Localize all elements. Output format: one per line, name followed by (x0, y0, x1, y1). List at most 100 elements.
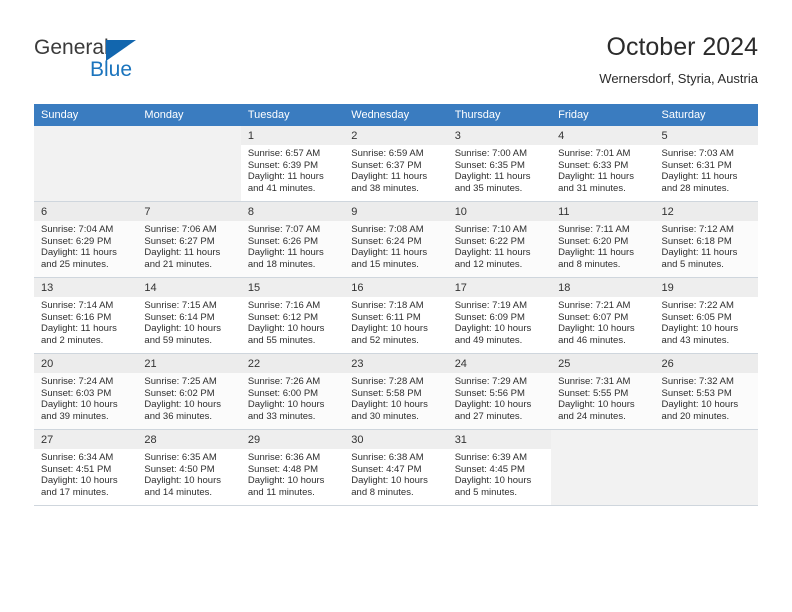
daylight-text-line1: Daylight: 11 hours (558, 247, 634, 259)
calendar-day-cell[interactable]: 16 Sunrise: 7:18 AM Sunset: 6:11 PM Dayligh… (344, 277, 448, 354)
calendar-day-cell[interactable]: 8 Sunrise: 7:07 AM Sunset: 6:26 PM Daylight… (240, 201, 345, 278)
calendar-day-cell[interactable]: 18 Sunrise: 7:21 AM Sunset: 6:07 PM Dayligh… (551, 277, 655, 354)
day-sun-info: Sunrise: 7:25 AM Sunset: 6:02 PM Daylight:… (137, 373, 240, 422)
calendar-day-cell[interactable]: 19 Sunrise: 7:22 AM Sunset: 6:05 PM Dayligh… (654, 277, 758, 354)
day-sun-info: Sunrise: 7:29 AM Sunset: 5:56 PM Daylight:… (448, 373, 551, 422)
daylight-text-line1: Daylight: 10 hours (661, 323, 739, 335)
daylight-text-line2: and 43 minutes. (661, 334, 730, 346)
day-number: 1 (240, 126, 345, 145)
sunset-text: Sunset: 6:16 PM (41, 311, 112, 323)
general-blue-logo[interactable]: General Blue (34, 36, 214, 88)
weekday-header-monday: Monday (137, 104, 241, 126)
day-sun-info: Sunrise: 6:35 AM Sunset: 4:50 PM Daylight:… (137, 449, 240, 498)
sunset-text: Sunset: 6:26 PM (247, 235, 319, 247)
day-sun-info: Sunrise: 7:11 AM Sunset: 6:20 PM Daylight:… (551, 221, 654, 270)
calendar-day-cell[interactable]: 9 Sunrise: 7:08 AM Sunset: 6:24 PM Daylight… (344, 201, 448, 278)
calendar-day-cell[interactable]: 6 Sunrise: 7:04 AM Sunset: 6:29 PM Daylight… (34, 201, 138, 278)
calendar-cell-inner: 24 Sunrise: 7:29 AM Sunset: 5:56 PM Dayligh… (447, 354, 552, 429)
sunrise-text: Sunrise: 7:10 AM (454, 224, 528, 235)
calendar-day-cell[interactable]: 20 Sunrise: 7:24 AM Sunset: 6:03 PM Dayligh… (34, 353, 138, 430)
daylight-text-line2: and 5 minutes. (661, 258, 724, 270)
daylight-text-line1: Daylight: 11 hours (454, 247, 531, 259)
day-sun-info: Sunrise: 7:24 AM Sunset: 6:03 PM Daylight:… (34, 373, 137, 422)
weekday-header-friday: Friday (551, 104, 655, 126)
daylight-text-line1: Daylight: 10 hours (247, 323, 325, 335)
sunset-text: Sunset: 4:47 PM (351, 463, 422, 475)
day-sun-info: Sunrise: 7:10 AM Sunset: 6:22 PM Daylight:… (448, 221, 551, 270)
calendar-day-cell[interactable]: 1 Sunrise: 6:57 AM Sunset: 6:39 PM Daylight… (240, 126, 345, 202)
day-sun-info: Sunrise: 6:59 AM Sunset: 6:37 PM Daylight:… (344, 145, 447, 194)
sunrise-text: Sunrise: 7:31 AM (558, 376, 631, 387)
day-sun-info: Sunrise: 7:31 AM Sunset: 5:55 PM Daylight:… (551, 373, 654, 422)
calendar-cell-inner (34, 126, 138, 201)
sunrise-text: Sunrise: 7:08 AM (351, 224, 424, 235)
calendar-day-cell[interactable]: 30 Sunrise: 6:38 AM Sunset: 4:47 PM Dayligh… (344, 429, 448, 506)
calendar-day-cell[interactable]: 28 Sunrise: 6:35 AM Sunset: 4:50 PM Dayligh… (137, 429, 241, 506)
calendar-day-cell[interactable]: 17 Sunrise: 7:19 AM Sunset: 6:09 PM Dayligh… (447, 277, 552, 354)
sunrise-sunset-calendar: Sunday Monday Tuesday Wednesday Thursday… (34, 104, 758, 506)
calendar-cell-empty (551, 429, 655, 506)
calendar-cell-inner: 13 Sunrise: 7:14 AM Sunset: 6:16 PM Dayligh… (34, 278, 138, 353)
calendar-day-cell[interactable]: 7 Sunrise: 7:06 AM Sunset: 6:27 PM Daylight… (137, 201, 241, 278)
calendar-week-row: 6 Sunrise: 7:04 AM Sunset: 6:29 PM Daylight… (34, 201, 758, 278)
sunrise-text: Sunrise: 6:59 AM (351, 148, 424, 159)
calendar-cell-inner: 29 Sunrise: 6:36 AM Sunset: 4:48 PM Dayligh… (240, 430, 345, 505)
daylight-text-line2: and 8 minutes. (351, 486, 414, 498)
calendar-day-cell[interactable]: 11 Sunrise: 7:11 AM Sunset: 6:20 PM Dayligh… (551, 201, 655, 278)
sunset-text: Sunset: 6:09 PM (454, 311, 525, 323)
day-sun-info: Sunrise: 7:03 AM Sunset: 6:31 PM Daylight:… (655, 145, 758, 194)
daylight-text-line2: and 25 minutes. (41, 258, 109, 270)
calendar-day-cell[interactable]: 29 Sunrise: 6:36 AM Sunset: 4:48 PM Dayligh… (240, 429, 345, 506)
calendar-day-cell[interactable]: 27 Sunrise: 6:34 AM Sunset: 4:51 PM Dayligh… (34, 429, 138, 506)
daylight-text-line1: Daylight: 11 hours (661, 171, 738, 183)
daylight-text-line1: Daylight: 10 hours (351, 323, 428, 335)
calendar-week-row: 1 Sunrise: 6:57 AM Sunset: 6:39 PM Daylight… (34, 126, 758, 202)
calendar-cell-inner: 8 Sunrise: 7:07 AM Sunset: 6:26 PM Daylight… (240, 202, 345, 277)
daylight-text-line2: and 11 minutes. (247, 486, 315, 498)
calendar-day-cell[interactable]: 13 Sunrise: 7:14 AM Sunset: 6:16 PM Dayligh… (34, 277, 138, 354)
calendar-day-cell[interactable]: 5 Sunrise: 7:03 AM Sunset: 6:31 PM Daylight… (654, 126, 758, 202)
calendar-day-cell[interactable]: 15 Sunrise: 7:16 AM Sunset: 6:12 PM Dayligh… (240, 277, 345, 354)
sunset-text: Sunset: 6:20 PM (558, 235, 629, 247)
daylight-text-line2: and 30 minutes. (351, 410, 419, 422)
calendar-day-cell[interactable]: 25 Sunrise: 7:31 AM Sunset: 5:55 PM Dayligh… (551, 353, 655, 430)
day-sun-info: Sunrise: 7:15 AM Sunset: 6:14 PM Daylight:… (137, 297, 240, 346)
sunset-text: Sunset: 6:02 PM (144, 387, 215, 399)
sunset-text: Sunset: 6:07 PM (558, 311, 629, 323)
day-number: 11 (551, 202, 655, 221)
daylight-text-line2: and 41 minutes. (247, 182, 316, 194)
daylight-text-line2: and 55 minutes. (247, 334, 316, 346)
day-sun-info: Sunrise: 7:07 AM Sunset: 6:26 PM Daylight:… (241, 221, 344, 270)
day-number: 15 (240, 278, 345, 297)
daylight-text-line1: Daylight: 10 hours (247, 475, 325, 487)
sunrise-text: Sunrise: 7:07 AM (247, 224, 321, 235)
weekday-header-sunday: Sunday (34, 104, 138, 126)
calendar-day-cell[interactable]: 26 Sunrise: 7:32 AM Sunset: 5:53 PM Dayligh… (654, 353, 758, 430)
calendar-day-cell[interactable]: 31 Sunrise: 6:39 AM Sunset: 4:45 PM Dayligh… (447, 429, 552, 506)
daylight-text-line2: and 27 minutes. (454, 410, 523, 422)
sunset-text: Sunset: 6:22 PM (454, 235, 525, 247)
day-sun-info: Sunrise: 7:04 AM Sunset: 6:29 PM Daylight:… (34, 221, 137, 270)
sunrise-text: Sunrise: 6:57 AM (247, 148, 321, 159)
calendar-day-cell[interactable]: 14 Sunrise: 7:15 AM Sunset: 6:14 PM Dayligh… (137, 277, 241, 354)
calendar-day-cell[interactable]: 21 Sunrise: 7:25 AM Sunset: 6:02 PM Dayligh… (137, 353, 241, 430)
calendar-cell-inner (137, 126, 241, 201)
calendar-day-cell[interactable]: 23 Sunrise: 7:28 AM Sunset: 5:58 PM Dayligh… (344, 353, 448, 430)
calendar-day-cell[interactable]: 2 Sunrise: 6:59 AM Sunset: 6:37 PM Daylight… (344, 126, 448, 202)
calendar-day-cell[interactable]: 10 Sunrise: 7:10 AM Sunset: 6:22 PM Dayligh… (447, 201, 552, 278)
calendar-cell-inner: 6 Sunrise: 7:04 AM Sunset: 6:29 PM Daylight… (34, 202, 138, 277)
calendar-day-cell[interactable]: 24 Sunrise: 7:29 AM Sunset: 5:56 PM Dayligh… (447, 353, 552, 430)
day-number: 8 (240, 202, 345, 221)
calendar-day-cell[interactable]: 12 Sunrise: 7:12 AM Sunset: 6:18 PM Dayligh… (654, 201, 758, 278)
daylight-text-line2: and 59 minutes. (144, 334, 213, 346)
calendar-day-cell[interactable]: 3 Sunrise: 7:00 AM Sunset: 6:35 PM Daylight… (447, 126, 552, 202)
sunrise-text: Sunrise: 7:04 AM (41, 224, 114, 235)
calendar-day-cell[interactable]: 4 Sunrise: 7:01 AM Sunset: 6:33 PM Daylight… (551, 126, 655, 202)
daylight-text-line1: Daylight: 10 hours (558, 399, 635, 411)
daylight-text-line1: Daylight: 11 hours (247, 171, 324, 183)
day-number: 17 (447, 278, 552, 297)
daylight-text-line1: Daylight: 10 hours (41, 399, 118, 411)
day-sun-info: Sunrise: 7:18 AM Sunset: 6:11 PM Daylight:… (344, 297, 447, 346)
calendar-day-cell[interactable]: 22 Sunrise: 7:26 AM Sunset: 6:00 PM Dayligh… (240, 353, 345, 430)
daylight-text-line2: and 46 minutes. (558, 334, 626, 346)
